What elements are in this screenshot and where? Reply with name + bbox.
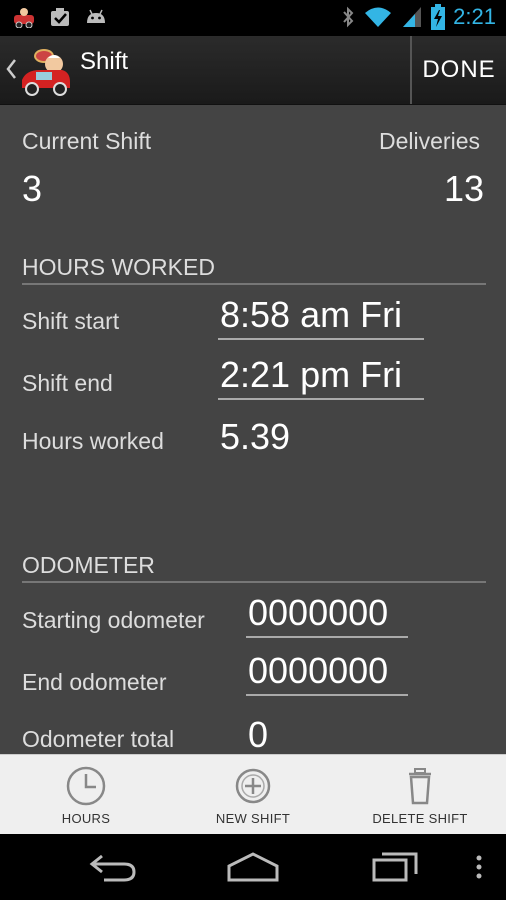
add-circle-icon: [235, 768, 271, 803]
shift-start-label: Shift start: [22, 308, 120, 334]
hours-worked-value: 5.39: [220, 416, 291, 457]
end-odometer-label: End odometer: [22, 669, 167, 695]
page-title: Shift: [80, 48, 129, 75]
task-icon: [51, 8, 69, 26]
hours-button-label: HOURS: [61, 810, 111, 826]
action-bar: Shift DONE: [0, 36, 506, 105]
odometer-section-header: ODOMETER: [22, 552, 486, 583]
signal-icon: [403, 7, 422, 27]
status-time: 2:21: [453, 4, 496, 29]
battery-charging-icon: [431, 4, 446, 30]
bluetooth-icon: [343, 6, 354, 28]
app-notification-icon: [14, 8, 34, 28]
odometer-total-label: Odometer total: [22, 726, 175, 752]
wifi-icon: [365, 7, 392, 27]
current-shift-value: 3: [22, 168, 43, 209]
odometer-total-value: 0: [248, 714, 269, 754]
clock-icon: [66, 766, 106, 805]
navigation-bar: [0, 834, 506, 900]
shift-end-field[interactable]: 2:21 pm Fri: [218, 354, 424, 400]
trash-icon: [409, 767, 431, 804]
shift-end-label: Shift end: [22, 370, 113, 396]
app-logo-icon[interactable]: [18, 44, 74, 98]
hours-worked-label: Hours worked: [22, 428, 164, 454]
delete-shift-button[interactable]: DELETE SHIFT: [336, 755, 504, 835]
deliveries-label: Deliveries: [379, 128, 480, 154]
deliveries-value: 13: [443, 168, 484, 209]
done-button[interactable]: DONE: [412, 36, 506, 104]
status-bar: 2:21: [0, 0, 506, 36]
new-shift-button-label: NEW SHIFT: [215, 810, 291, 826]
shift-form: Current Shift 3 Deliveries 13 HOURS WORK…: [0, 104, 506, 754]
home-icon[interactable]: [226, 850, 280, 884]
new-shift-button[interactable]: NEW SHIFT: [169, 755, 337, 835]
overflow-menu-icon[interactable]: [474, 850, 484, 884]
hours-worked-section-header: HOURS WORKED: [22, 254, 486, 285]
end-odometer-field[interactable]: 0000000: [246, 650, 408, 696]
up-chevron-icon[interactable]: [4, 54, 18, 84]
android-icon: [87, 9, 105, 23]
current-shift-label: Current Shift: [22, 128, 152, 154]
hours-button[interactable]: HOURS: [2, 755, 170, 835]
recent-apps-icon[interactable]: [370, 850, 420, 884]
starting-odometer-label: Starting odometer: [22, 607, 205, 633]
back-icon[interactable]: [88, 850, 138, 884]
starting-odometer-field[interactable]: 0000000: [246, 592, 408, 638]
shift-start-field[interactable]: 8:58 am Fri: [218, 294, 424, 340]
bottom-toolbar: HOURS NEW SHIFT DELETE SHIFT: [0, 754, 506, 835]
delete-shift-button-label: DELETE SHIFT: [372, 810, 468, 826]
